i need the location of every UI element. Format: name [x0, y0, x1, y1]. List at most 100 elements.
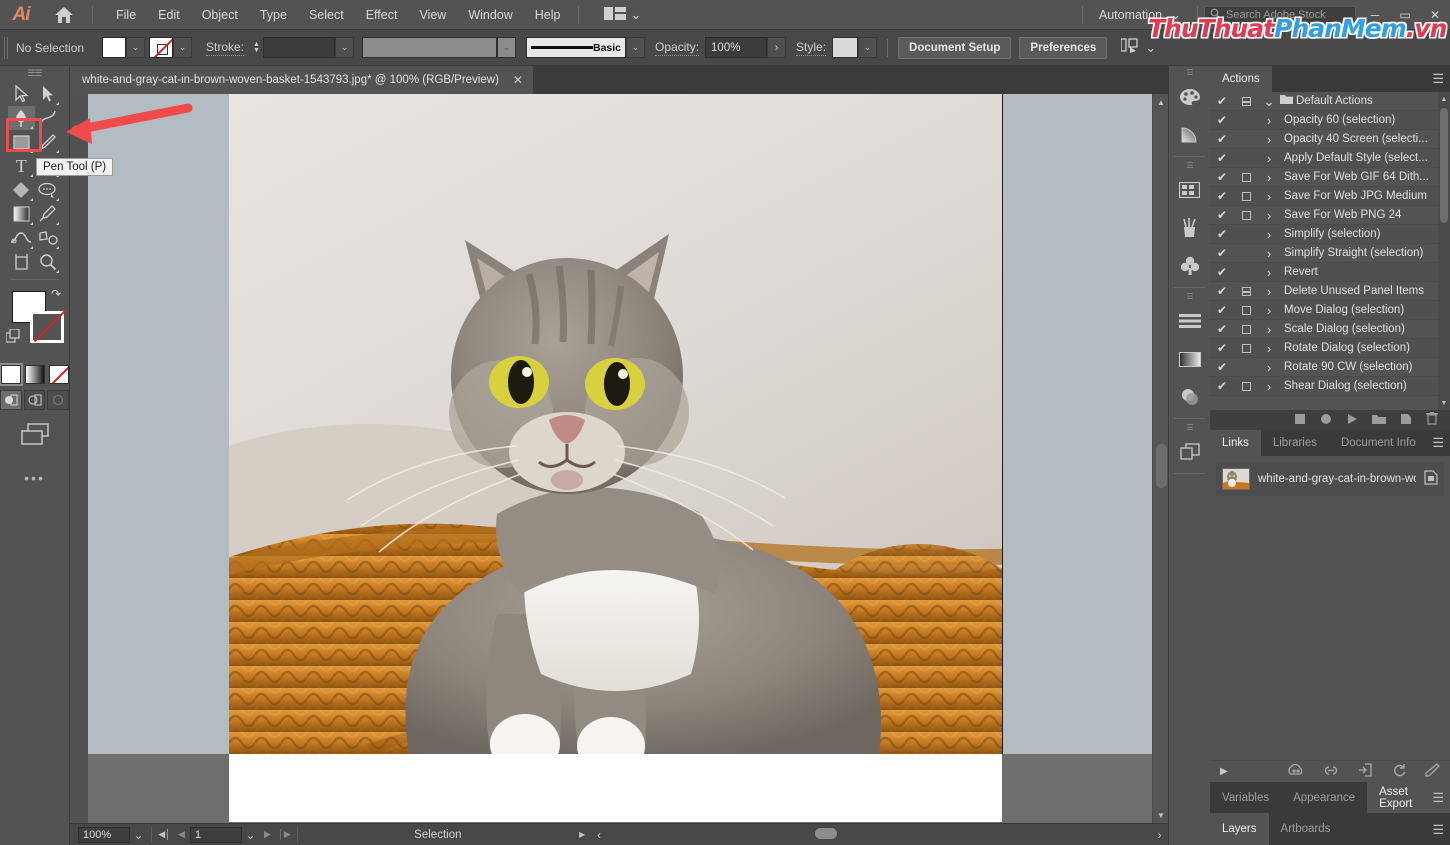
placed-image-cat[interactable]	[229, 94, 1002, 754]
tab-links[interactable]: Links	[1210, 430, 1261, 456]
actions-scrollbar[interactable]: ▲ ▼	[1438, 92, 1450, 430]
canvas-horizontal-scrollbar[interactable]	[630, 825, 1158, 841]
action-enabled-checkmark-icon[interactable]: ✔	[1210, 113, 1234, 127]
chevron-right-icon[interactable]: ›	[1258, 132, 1280, 147]
artboard-number-field[interactable]: 1	[190, 826, 242, 843]
selection-tool[interactable]	[8, 82, 35, 106]
stroke-color-control[interactable]: ⌄	[149, 37, 192, 58]
chevron-down-icon[interactable]: ⌄	[1258, 93, 1280, 110]
actions-list[interactable]: ✔ ⌄ Default Actions ✔ › Opacity 60 (selection…	[1210, 92, 1450, 430]
table-row[interactable]: ✔ › Move Dialog (selection)	[1210, 301, 1450, 320]
tab-appearance[interactable]: Appearance	[1281, 782, 1368, 813]
width-tool[interactable]	[8, 226, 35, 250]
action-enabled-checkmark-icon[interactable]: ✔	[1210, 246, 1234, 260]
action-enabled-checkmark-icon[interactable]: ✔	[1210, 94, 1234, 108]
stroke-profile-field[interactable]	[362, 37, 498, 58]
chevron-right-icon[interactable]: ›	[1258, 265, 1280, 280]
relink-from-cc-libraries-icon[interactable]	[1287, 763, 1304, 779]
layers-panel-icon[interactable]	[1169, 433, 1210, 471]
horizontal-scroll-thumb[interactable]	[815, 828, 837, 839]
panel-menu-icon[interactable]: ☰	[1432, 823, 1444, 836]
toolbar-stroke-swatch[interactable]	[30, 311, 64, 343]
action-dialog-toggle-icon[interactable]	[1234, 286, 1258, 296]
gradient-mode-button[interactable]	[24, 365, 45, 384]
delete-selection-icon[interactable]	[1426, 412, 1438, 428]
draw-normal-button[interactable]	[0, 390, 22, 410]
tab-document-info[interactable]: Document Info	[1328, 430, 1428, 456]
table-row[interactable]: ✔ › Shear Dialog (selection)	[1210, 377, 1450, 396]
action-enabled-checkmark-icon[interactable]: ✔	[1210, 284, 1234, 298]
status-left-chevron-icon[interactable]: ‹	[591, 826, 608, 844]
chevron-right-icon[interactable]: ›	[1258, 227, 1280, 242]
shape-builder-tool[interactable]	[35, 178, 62, 202]
table-row[interactable]: ✔ › Revert	[1210, 263, 1450, 282]
style-dropdown[interactable]: ⌄	[858, 37, 878, 58]
create-new-set-icon[interactable]	[1372, 413, 1386, 428]
menu-item-effect[interactable]: Effect	[355, 3, 409, 27]
scroll-up-icon[interactable]: ▲	[1153, 94, 1168, 110]
panel-menu-icon[interactable]: ☰	[1432, 791, 1444, 804]
brush-definition-field[interactable]: Basic	[526, 37, 627, 58]
opacity-options-button[interactable]: ›	[767, 37, 787, 58]
dock-grip[interactable]: ☰	[1169, 66, 1210, 78]
menu-item-object[interactable]: Object	[191, 3, 249, 27]
table-row[interactable]: ✔ › Save For Web PNG 24	[1210, 206, 1450, 225]
zoom-level-field[interactable]: 100%	[78, 826, 130, 843]
action-enabled-checkmark-icon[interactable]: ✔	[1210, 227, 1234, 241]
symbols-panel-icon[interactable]	[1169, 247, 1210, 285]
chevron-right-icon[interactable]: ›	[1258, 246, 1280, 261]
type-tool[interactable]: T	[8, 154, 35, 178]
table-row[interactable]: ✔ › Opacity 60 (selection)	[1210, 111, 1450, 130]
canvas-vertical-scrollbar[interactable]: ▲ ▼	[1152, 94, 1168, 823]
menu-item-help[interactable]: Help	[524, 3, 572, 27]
chevron-right-icon[interactable]: ›	[1258, 284, 1280, 299]
fill-control[interactable]: ⌄	[102, 37, 145, 58]
go-to-link-icon[interactable]	[1358, 763, 1374, 780]
chevron-right-icon[interactable]: ›	[1258, 322, 1280, 337]
align-objects-icon[interactable]	[1120, 38, 1139, 57]
artboard-tool[interactable]	[8, 250, 35, 274]
stroke-weight-stepper[interactable]: ▲ ▼	[250, 37, 263, 58]
workspace-switcher[interactable]: ⌄	[599, 4, 647, 26]
swap-fill-stroke-icon[interactable]: ↷	[51, 287, 61, 301]
pen-tool[interactable]	[8, 106, 35, 130]
table-row[interactable]: ✔ › Save For Web JPG Medium	[1210, 187, 1450, 206]
rectangle-tool[interactable]	[8, 130, 35, 154]
scroll-up-icon[interactable]: ▲	[1438, 92, 1450, 106]
edit-toolbar-icon[interactable]: •••	[0, 470, 69, 486]
action-dialog-toggle-icon[interactable]	[1234, 96, 1258, 106]
draw-inside-button[interactable]	[47, 390, 70, 410]
eraser-tool[interactable]	[8, 178, 35, 202]
control-bar-grip[interactable]	[4, 36, 10, 59]
eyedropper-tool[interactable]	[35, 202, 62, 226]
tab-artboards[interactable]: Artboards	[1268, 813, 1343, 845]
brush-dropdown[interactable]: ⌄	[626, 37, 646, 58]
document-tab[interactable]: white-and-gray-cat-in-brown-woven-basket…	[70, 66, 534, 94]
action-enabled-checkmark-icon[interactable]: ✔	[1210, 189, 1234, 203]
home-icon[interactable]	[42, 6, 86, 24]
list-item[interactable]: white-and-gray-cat-in-brown-wo...	[1216, 462, 1444, 496]
table-row[interactable]: ✔ › Rotate 90 CW (selection)	[1210, 358, 1450, 377]
gradient-tool[interactable]	[8, 202, 35, 226]
action-enabled-checkmark-icon[interactable]: ✔	[1210, 170, 1234, 184]
tab-libraries[interactable]: Libraries	[1260, 430, 1329, 456]
chevron-right-icon[interactable]: ›	[1258, 341, 1280, 356]
action-enabled-checkmark-icon[interactable]: ✔	[1210, 208, 1234, 222]
table-row[interactable]: ✔ › Apply Default Style (select...	[1210, 149, 1450, 168]
table-row[interactable]: ✔ › Simplify (selection)	[1210, 225, 1450, 244]
update-link-icon[interactable]	[1392, 763, 1407, 780]
action-dialog-toggle-icon[interactable]	[1234, 324, 1258, 334]
zoom-tool[interactable]	[35, 250, 62, 274]
table-row[interactable]: ✔ › Save For Web GIF 64 Dith...	[1210, 168, 1450, 187]
play-selection-icon[interactable]	[1346, 413, 1358, 428]
last-artboard-icon[interactable]: │▶	[276, 826, 293, 844]
gradient-panel-icon[interactable]	[1169, 340, 1210, 378]
status-menu-icon[interactable]: ▶	[574, 826, 591, 844]
tab-actions[interactable]: Actions	[1210, 66, 1272, 92]
scroll-down-icon[interactable]: ▼	[1438, 396, 1450, 410]
create-new-action-icon[interactable]	[1400, 413, 1412, 428]
table-row[interactable]: ✔ › Opacity 40 Screen (selecti...	[1210, 130, 1450, 149]
none-mode-button[interactable]	[48, 365, 69, 384]
stroke-profile-dropdown[interactable]: ⌄	[497, 37, 517, 58]
opacity-field[interactable]: 100%	[705, 37, 768, 58]
